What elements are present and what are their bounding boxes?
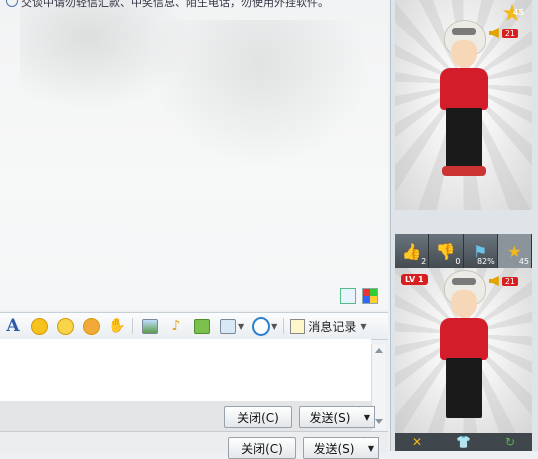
screenshot-icon	[220, 318, 236, 334]
chevron-down-icon[interactable]: ▼	[271, 322, 277, 331]
friend-avatar-show[interactable]: ★ 45 21	[395, 0, 532, 210]
avatar-shirt	[439, 318, 488, 360]
expand-icon[interactable]	[340, 288, 356, 304]
input-toolbar: A ✋ ♪ ▼ ▼ 消息记录 ▼	[0, 312, 388, 340]
magic-face-icon	[56, 317, 74, 335]
toolbar-divider	[283, 318, 285, 334]
security-notice-text: 交谈中请勿轻信汇款、中奖信息、陌生电话，勿使用外挂软件。	[21, 0, 329, 9]
level-badge: LV 1	[401, 274, 428, 285]
chevron-down-icon: ▼	[360, 321, 367, 331]
smiley-icon	[30, 317, 48, 335]
star-stat[interactable]: ★ 45	[497, 234, 532, 268]
clothes-icon[interactable]: 👕	[456, 435, 471, 449]
stat-count: 82%	[476, 257, 495, 266]
avatar-sidebar: ★ 45 21 👍 2 👎 0 ⚑ 82% ★ 45 LV 1 21 ✕ 👕 ↻	[390, 0, 538, 451]
avatar-face	[450, 40, 477, 68]
close-button[interactable]: 关闭(C)	[228, 437, 296, 459]
screenshot-button[interactable]	[219, 317, 237, 335]
chat-message-area: 交谈中请勿轻信汇款、中奖信息、陌生电话，勿使用外挂软件。	[0, 0, 388, 310]
thumbs-up-stat[interactable]: 👍 2	[395, 234, 430, 268]
rank-icon[interactable]: ✕	[412, 435, 422, 449]
face-icon	[82, 317, 100, 335]
send-options-button[interactable]: ▼	[360, 406, 375, 428]
avatar-footer-toolbar: ✕ 👕 ↻	[395, 433, 532, 451]
chevron-down-icon[interactable]: ▼	[238, 322, 244, 331]
info-icon	[6, 0, 18, 7]
scroll-up-icon[interactable]	[375, 348, 383, 353]
avatar-pants	[445, 358, 482, 418]
volume-count: 21	[501, 276, 518, 286]
security-notice: 交谈中请勿轻信汇款、中奖信息、陌生电话，勿使用外挂软件。	[6, 0, 386, 10]
send-button[interactable]: 发送(S)	[303, 437, 365, 459]
message-input[interactable]	[0, 339, 371, 401]
volume-count: 21	[501, 28, 518, 38]
avatar-figure	[434, 20, 494, 210]
gift-icon	[194, 318, 210, 334]
action-bar-secondary: 关闭(C) 发送(S) ▼	[0, 431, 388, 459]
payment-button[interactable]	[252, 316, 271, 336]
thumbs-down-icon: 👎	[435, 241, 456, 261]
scroll-down-icon[interactable]	[375, 419, 383, 424]
font-button[interactable]: A	[4, 316, 22, 336]
avatar-figure	[434, 270, 494, 433]
sunglasses-icon	[451, 28, 476, 35]
avatar-stats-bar: 👍 2 👎 0 ⚑ 82% ★ 45	[395, 234, 532, 268]
scribble-emoticon-button[interactable]	[82, 317, 100, 335]
gift-button[interactable]	[193, 317, 211, 335]
payment-icon	[252, 316, 271, 336]
refresh-icon[interactable]: ↻	[505, 435, 515, 449]
history-icon	[290, 318, 306, 334]
stat-count: 45	[518, 257, 529, 266]
chevron-down-icon: ▼	[367, 443, 375, 453]
stat-count: 0	[455, 257, 461, 266]
color-palette-icon[interactable]	[362, 288, 378, 304]
emoticon-button[interactable]	[30, 317, 48, 335]
my-avatar-show[interactable]: LV 1 21	[395, 268, 532, 433]
send-button[interactable]: 发送(S)	[299, 406, 361, 428]
avatar-shirt	[439, 68, 488, 110]
nudge-button[interactable]: ✋	[108, 317, 126, 335]
thumbs-up-icon: 👍	[401, 241, 422, 261]
image-icon	[142, 318, 158, 334]
star-count: 45	[512, 8, 524, 17]
stat-count: 2	[421, 257, 427, 266]
message-history-label: 消息记录	[308, 319, 357, 334]
avatar-face	[450, 290, 477, 318]
avatar-pants	[445, 108, 482, 168]
image-button[interactable]	[141, 317, 159, 335]
toolbar-divider	[132, 318, 133, 334]
music-button[interactable]: ♪	[167, 317, 185, 335]
background-decoration	[150, 20, 370, 170]
magic-emoticon-button[interactable]	[56, 317, 74, 335]
action-bar: 关闭(C) 发送(S) ▼	[0, 401, 375, 431]
chevron-down-icon: ▼	[363, 412, 371, 422]
flag-stat[interactable]: ⚑ 82%	[464, 234, 498, 268]
avatar-shoes	[441, 166, 486, 176]
message-history-button[interactable]: 消息记录 ▼	[290, 318, 366, 335]
chat-area-tools	[340, 288, 378, 304]
sunglasses-icon	[451, 278, 476, 285]
send-options-button[interactable]: ▼	[364, 437, 379, 459]
thumbs-down-stat[interactable]: 👎 0	[429, 234, 464, 268]
close-button[interactable]: 关闭(C)	[224, 406, 292, 428]
